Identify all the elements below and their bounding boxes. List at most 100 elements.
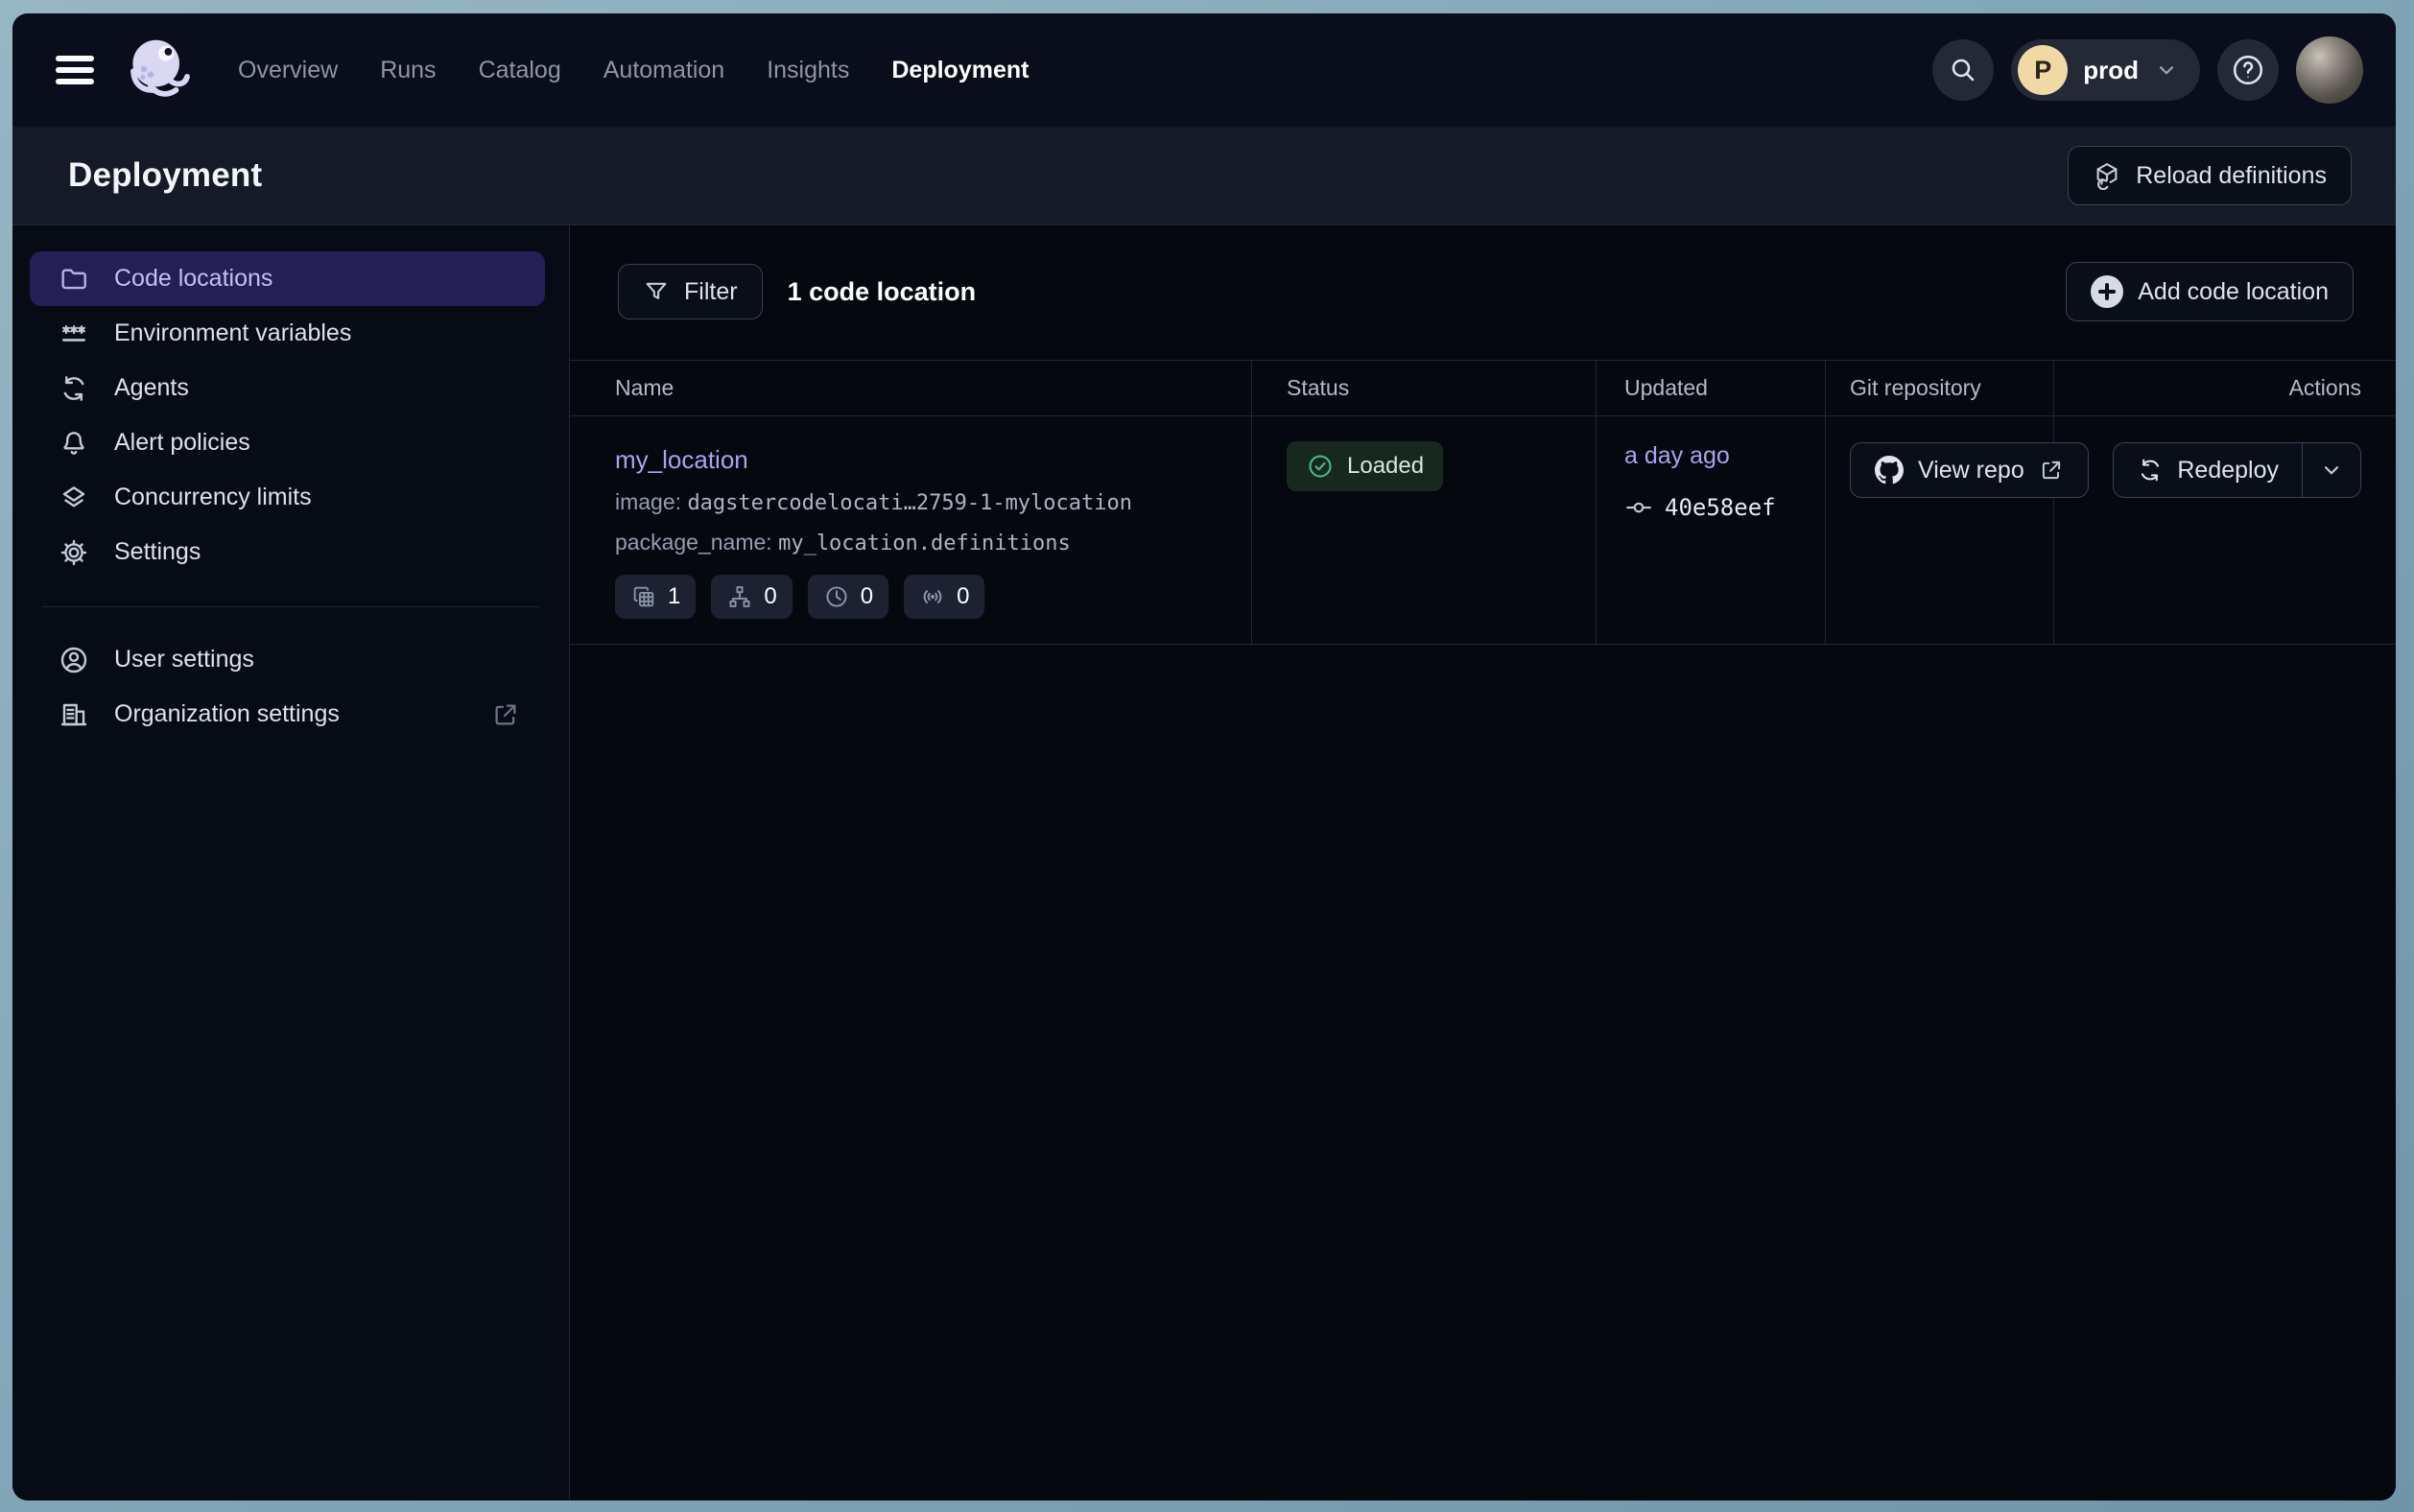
sensors-count-badge: 0: [904, 575, 984, 619]
updated-cell: a day ago 40e58eef: [1596, 416, 1825, 644]
column-header-status: Status: [1251, 361, 1596, 415]
assets-count: 1: [668, 583, 680, 610]
external-link-icon: [491, 700, 520, 729]
filter-icon: [643, 278, 670, 305]
image-label: image:: [615, 489, 681, 514]
top-nav: Overview Runs Catalog Automation Insight…: [12, 13, 2396, 127]
sidebar-item-label: Alert policies: [114, 429, 250, 457]
environment-switcher[interactable]: P prod: [2011, 39, 2200, 101]
user-avatar[interactable]: [2296, 36, 2363, 104]
sidebar-divider: [41, 606, 540, 607]
reload-definitions-button[interactable]: Reload definitions: [2068, 146, 2352, 205]
sidebar-item-label: Environment variables: [114, 319, 351, 347]
filter-button[interactable]: Filter: [618, 264, 763, 319]
column-header-actions: Actions: [2053, 361, 2396, 415]
table-row: my_location image: dagstercodelocati…275…: [570, 416, 2396, 645]
add-code-location-label: Add code location: [2138, 278, 2329, 306]
building-icon: [59, 699, 89, 730]
search-icon: [1948, 55, 1978, 85]
environment-avatar: P: [2018, 45, 2068, 95]
sidebar-item-alert-policies[interactable]: Alert policies: [30, 415, 545, 470]
plus-circle-icon: [2091, 275, 2123, 308]
dagster-logo-icon[interactable]: [123, 35, 194, 106]
sidebar-item-label: Concurrency limits: [114, 484, 312, 511]
nav-item-automation[interactable]: Automation: [604, 57, 724, 84]
updated-time-link[interactable]: a day ago: [1624, 442, 1730, 470]
help-button[interactable]: [2217, 39, 2279, 101]
filter-label: Filter: [684, 278, 738, 306]
top-nav-right: P prod: [1932, 36, 2363, 104]
page-title: Deployment: [68, 156, 262, 195]
schedules-count-badge: 0: [808, 575, 888, 619]
env-vars-icon: [59, 319, 89, 349]
sidebar-item-concurrency-limits[interactable]: Concurrency limits: [30, 470, 545, 525]
redeploy-split-button: Redeploy: [2113, 442, 2361, 498]
view-repo-label: View repo: [1918, 457, 2024, 484]
column-header-name: Name: [570, 361, 1251, 415]
nav-item-insights[interactable]: Insights: [767, 57, 849, 84]
help-icon: [2231, 53, 2265, 87]
package-line: package_name: my_location.definitions: [615, 530, 1251, 555]
sidebar-item-code-locations[interactable]: Code locations: [30, 251, 545, 306]
assets-count-badge: 1: [615, 575, 696, 619]
reload-definitions-label: Reload definitions: [2136, 162, 2327, 190]
redeploy-label: Redeploy: [2177, 457, 2279, 484]
gear-icon: [59, 537, 89, 568]
code-location-name-link[interactable]: my_location: [615, 445, 748, 475]
folder-icon: [59, 264, 89, 295]
sidebar-item-label: Settings: [114, 538, 201, 566]
nav-item-deployment[interactable]: Deployment: [891, 57, 1029, 84]
sidebar-item-label: Agents: [114, 374, 189, 402]
menu-icon[interactable]: [56, 56, 94, 84]
nav-item-overview[interactable]: Overview: [238, 57, 338, 84]
sidebar-item-organization-settings[interactable]: Organization settings: [30, 687, 545, 742]
commit-hash: 40e58eef: [1665, 494, 1776, 521]
schedules-count: 0: [861, 583, 873, 610]
sensor-icon: [919, 583, 946, 610]
sidebar-item-label: Organization settings: [114, 700, 340, 728]
image-value: dagstercodelocati…2759-1-mylocation: [687, 491, 1132, 515]
table-header-row: Name Status Updated Git repository Actio…: [570, 360, 2396, 416]
chevron-down-icon: [2154, 58, 2179, 83]
code-locations-panel: Filter 1 code location Add code location…: [570, 225, 2396, 1500]
sidebar-item-label: User settings: [114, 646, 254, 673]
sensors-count: 0: [957, 583, 969, 610]
layers-icon: [59, 483, 89, 513]
redeploy-button[interactable]: Redeploy: [2114, 443, 2303, 497]
search-button[interactable]: [1932, 39, 1994, 101]
bell-icon: [59, 428, 89, 459]
clock-icon: [823, 583, 850, 610]
external-link-icon: [2039, 458, 2064, 483]
sidebar-item-user-settings[interactable]: User settings: [30, 632, 545, 687]
status-cell: Loaded: [1251, 416, 1596, 644]
package-label: package_name:: [615, 530, 772, 555]
page-header: Deployment Reload definitions: [12, 127, 2396, 225]
view-repo-button[interactable]: View repo: [1850, 442, 2089, 498]
name-cell: my_location image: dagstercodelocati…275…: [570, 416, 1251, 644]
code-location-count: 1 code location: [788, 277, 977, 307]
git-repository-cell: View repo: [1825, 416, 2053, 644]
job-graph-icon: [726, 583, 753, 610]
actions-cell: Redeploy: [2053, 416, 2396, 644]
redeploy-menu-button[interactable]: [2303, 443, 2360, 497]
sidebar-item-agents[interactable]: Agents: [30, 361, 545, 415]
definition-count-badges: 1: [615, 575, 1251, 619]
commit-row: 40e58eef: [1624, 493, 1825, 522]
redeploy-refresh-icon: [2137, 457, 2164, 484]
add-code-location-button[interactable]: Add code location: [2066, 262, 2354, 321]
nav-item-runs[interactable]: Runs: [380, 57, 436, 84]
code-locations-toolbar: Filter 1 code location Add code location: [570, 262, 2396, 321]
nav-item-catalog[interactable]: Catalog: [479, 57, 561, 84]
reload-cube-icon: [2093, 161, 2121, 190]
jobs-count-badge: 0: [711, 575, 792, 619]
column-header-git-repository: Git repository: [1825, 361, 2053, 415]
sidebar-item-label: Code locations: [114, 265, 272, 293]
sidebar-item-environment-variables[interactable]: Environment variables: [30, 306, 545, 361]
status-badge: Loaded: [1287, 441, 1443, 491]
github-icon: [1875, 456, 1904, 484]
sidebar-item-settings[interactable]: Settings: [30, 525, 545, 579]
refresh-icon: [59, 373, 89, 404]
package-value: my_location.definitions: [778, 532, 1071, 555]
user-circle-icon: [59, 645, 89, 675]
status-label: Loaded: [1347, 453, 1424, 480]
